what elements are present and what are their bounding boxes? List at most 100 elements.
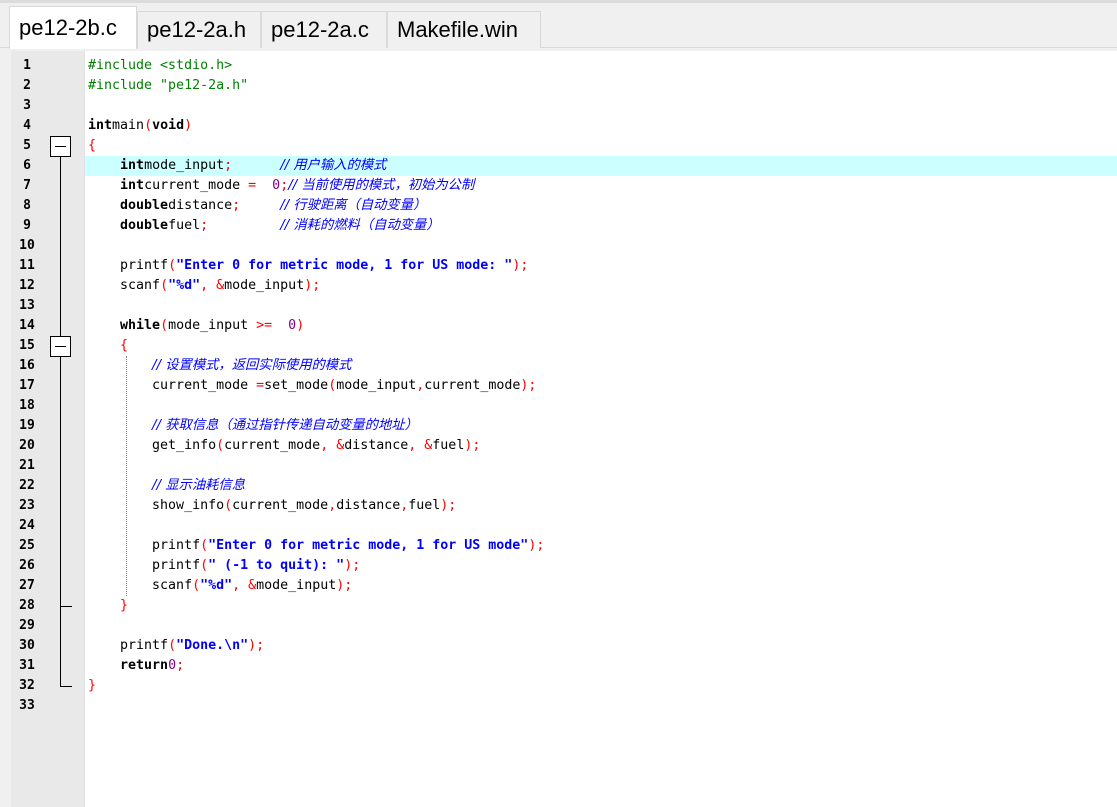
code-token: set_mode: [264, 378, 329, 393]
code-line[interactable]: [88, 456, 544, 476]
code-token: ;: [200, 218, 209, 233]
source-code[interactable]: #include <stdio.h> #include "pe12-2a.h" in…: [88, 56, 544, 716]
code-token: ): [184, 118, 193, 133]
code-line[interactable]: printf(" (-1 to quit): ");: [88, 556, 544, 576]
code-line[interactable]: get_info(current_mode, &distance, &fuel)…: [88, 436, 544, 456]
code-line[interactable]: intmain(void): [88, 116, 544, 136]
code-token: {: [120, 338, 129, 353]
code-token: );: [520, 378, 537, 393]
code-token: );: [512, 258, 529, 273]
fold-end-while: [60, 606, 72, 607]
code-line[interactable]: [88, 96, 544, 116]
code-token: >=: [256, 318, 273, 333]
line-number: 28: [19, 598, 35, 613]
code-token: (: [216, 438, 225, 453]
line-number: 31: [19, 658, 35, 673]
code-token: mode_input: [144, 158, 225, 173]
code-line[interactable]: [88, 296, 544, 316]
line-number: 2: [23, 78, 31, 93]
tab-pe12-2a-h[interactable]: pe12-2a.h: [137, 11, 261, 48]
code-line[interactable]: #include "pe12-2a.h": [88, 76, 544, 96]
code-token: (: [192, 578, 201, 593]
line-number: 25: [19, 538, 35, 553]
code-line[interactable]: scanf("%d", &mode_input);: [88, 576, 544, 596]
code-line[interactable]: printf("Done.\n");: [88, 636, 544, 656]
code-line[interactable]: #include <stdio.h>: [88, 56, 544, 76]
code-line[interactable]: while(mode_input >= 0): [88, 316, 544, 336]
code-token: 0: [168, 658, 177, 673]
code-token: get_info: [88, 438, 217, 453]
line-number: 5: [23, 138, 31, 153]
line-number: 3: [23, 98, 31, 113]
code-comment: // 获取信息（通过指针传递自动变量的地址）: [152, 418, 418, 433]
code-token: mode_input: [256, 578, 337, 593]
code-token: {: [88, 138, 97, 153]
code-line[interactable]: // 获取信息（通过指针传递自动变量的地址）: [88, 416, 544, 436]
code-line[interactable]: intcurrent_mode = 0;// 当前使用的模式，初始为公制: [88, 176, 544, 196]
code-token: double: [120, 218, 169, 233]
code-token: , &: [232, 578, 257, 593]
line-number: 1: [23, 58, 31, 73]
code-line[interactable]: [88, 616, 544, 636]
code-line[interactable]: [88, 396, 544, 416]
code-comment: // 显示油耗信息: [152, 478, 246, 493]
code-line[interactable]: [88, 516, 544, 536]
code-token: ;: [232, 198, 241, 213]
line-number: 32: [19, 678, 35, 693]
code-line[interactable]: {: [88, 136, 544, 156]
code-line[interactable]: printf("Enter 0 for metric mode, 1 for U…: [88, 536, 544, 556]
code-token: distance: [168, 198, 233, 213]
tab-pe12-2b-c[interactable]: pe12-2b.c: [9, 6, 137, 49]
code-line[interactable]: printf("Enter 0 for metric mode, 1 for U…: [88, 256, 544, 276]
code-line[interactable]: scanf("%d", &mode_input);: [88, 276, 544, 296]
code-token: double: [120, 198, 169, 213]
code-token: ;: [176, 658, 185, 673]
code-line[interactable]: {: [88, 336, 544, 356]
code-token: current_mode: [232, 498, 329, 513]
tab-makefile-win[interactable]: Makefile.win: [387, 11, 541, 48]
line-number: 30: [19, 638, 35, 653]
code-line[interactable]: intmode_input; // 用户输入的模式: [88, 156, 544, 176]
fold-collapse-icon-main[interactable]: [50, 136, 71, 157]
code-line[interactable]: // 显示油耗信息: [88, 476, 544, 496]
line-number: 12: [19, 278, 35, 293]
code-token: current_mode: [224, 438, 321, 453]
code-token: int: [120, 158, 145, 173]
code-comment: // 用户输入的模式: [280, 158, 387, 173]
line-number: 27: [19, 578, 35, 593]
line-number: 15: [19, 338, 35, 353]
tab-pe12-2a-c[interactable]: pe12-2a.c: [261, 11, 387, 48]
code-line[interactable]: [88, 236, 544, 256]
code-token: mode_input: [336, 378, 417, 393]
code-line[interactable]: return0;: [88, 656, 544, 676]
code-line[interactable]: }: [88, 676, 544, 696]
code-token: );: [248, 638, 265, 653]
code-line[interactable]: }: [88, 596, 544, 616]
line-number: 13: [19, 298, 35, 313]
code-token: #include "pe12-2a.h": [88, 78, 249, 93]
code-line[interactable]: doubledistance; // 行驶距离（自动变量）: [88, 196, 544, 216]
code-comment: // 当前使用的模式，初始为公制: [288, 178, 475, 193]
line-number: 14: [19, 318, 35, 333]
code-line[interactable]: [88, 696, 544, 716]
code-token: , &: [320, 438, 345, 453]
code-token: }: [88, 678, 97, 693]
line-number: 16: [19, 358, 35, 373]
fold-collapse-icon-while[interactable]: [50, 336, 71, 357]
code-token: mode_input: [168, 318, 257, 333]
code-token: mode_input: [224, 278, 305, 293]
code-token: }: [120, 598, 129, 613]
code-line[interactable]: current_mode =set_mode(mode_input,curren…: [88, 376, 544, 396]
code-token: void: [152, 118, 185, 133]
code-line[interactable]: // 设置模式，返回实际使用的模式: [88, 356, 544, 376]
code-token: printf: [88, 558, 201, 573]
code-token: );: [440, 498, 457, 513]
code-line[interactable]: show_info(current_mode,distance,fuel);: [88, 496, 544, 516]
code-line[interactable]: doublefuel; // 消耗的燃料（自动变量）: [88, 216, 544, 236]
